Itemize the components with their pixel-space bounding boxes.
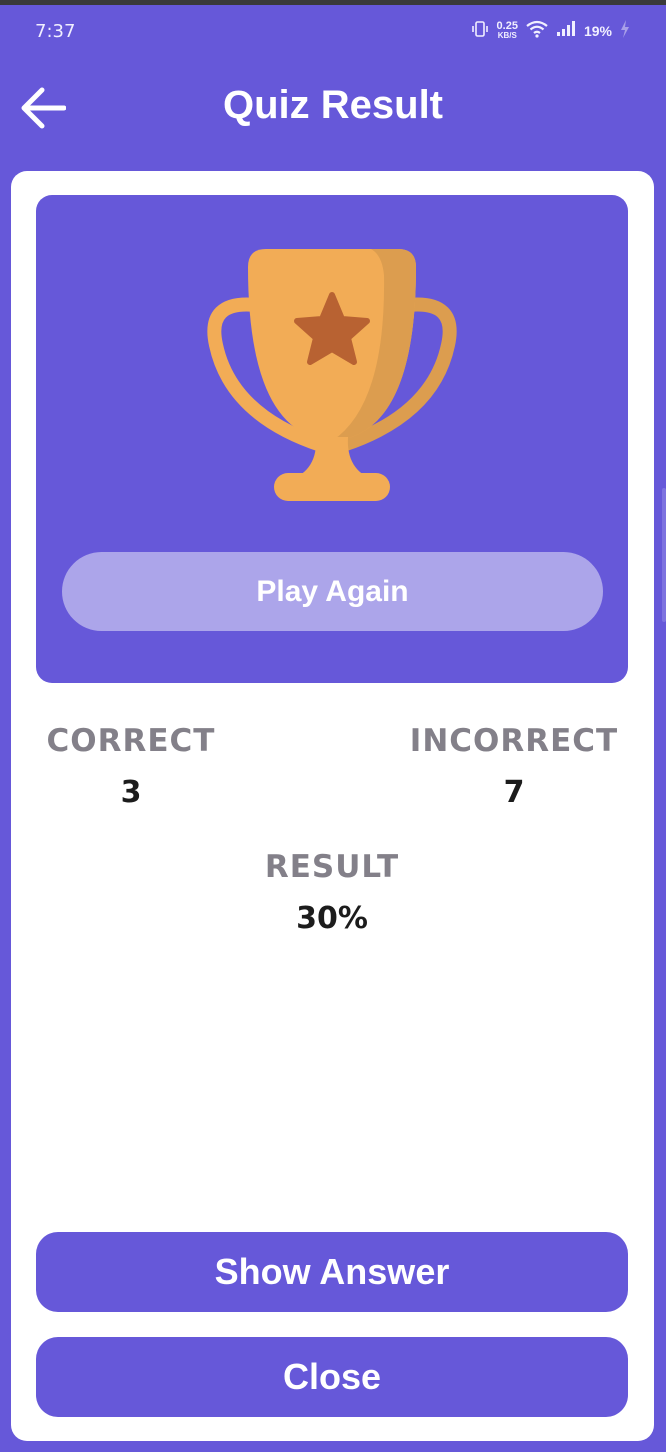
result-card: Play Again CORRECT 3 INCORRECT 7 RESULT … [11, 171, 654, 1441]
close-button[interactable]: Close [36, 1337, 628, 1417]
incorrect-stat: INCORRECT 7 [406, 723, 622, 810]
correct-label: CORRECT [46, 723, 216, 759]
result-value: 30% [296, 901, 368, 936]
hero-panel: Play Again [36, 195, 628, 683]
battery-charging-icon [620, 19, 630, 43]
net-speed-value: 0.25 [496, 20, 518, 32]
edge-scroll-handle[interactable] [662, 488, 666, 622]
show-answer-button[interactable]: Show Answer [36, 1232, 628, 1312]
net-speed-unit: KB/S [497, 31, 517, 40]
incorrect-value: 7 [503, 775, 525, 810]
signal-icon [556, 20, 576, 42]
incorrect-label: INCORRECT [409, 723, 619, 759]
app-bar: Quiz Result [0, 57, 666, 157]
page-title: Quiz Result [222, 83, 444, 127]
battery-percent: 19% [583, 23, 612, 39]
net-speed: 0.25 KB/S [496, 20, 518, 41]
result-stat: RESULT 30% [232, 849, 432, 936]
status-icons: 0.25 KB/S 19% [471, 19, 630, 43]
correct-value: 3 [120, 775, 142, 810]
status-bar: 7:37 0.25 KB/S 19% [0, 5, 666, 57]
vibrate-icon [471, 20, 489, 43]
play-again-button[interactable]: Play Again [62, 552, 603, 631]
trophy-icon [207, 249, 457, 501]
result-label: RESULT [264, 849, 400, 885]
status-time: 7:37 [35, 21, 76, 42]
wifi-icon [526, 20, 548, 43]
correct-stat: CORRECT 3 [39, 723, 223, 810]
